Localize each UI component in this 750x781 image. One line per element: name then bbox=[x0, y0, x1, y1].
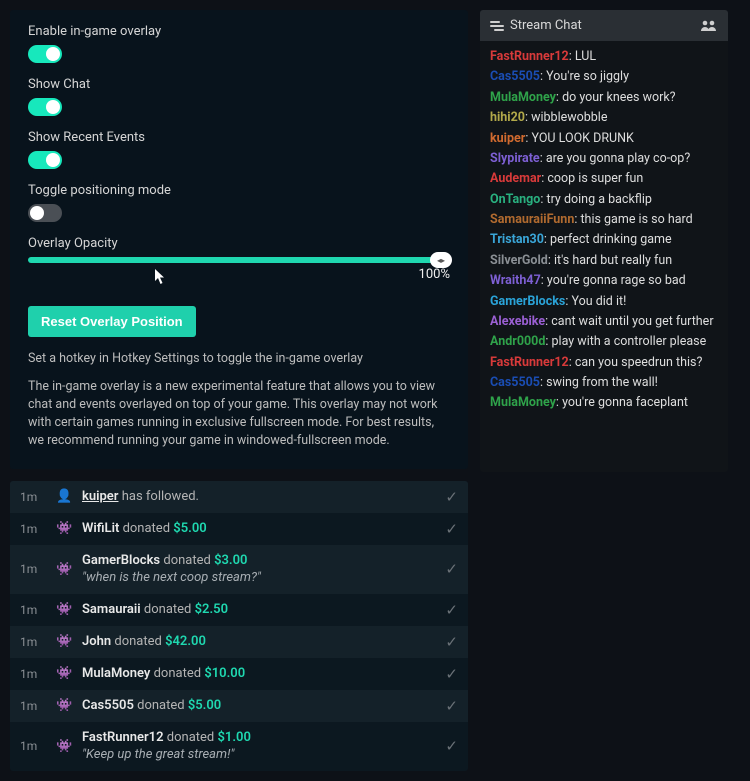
chat-line: Slypirate: are you gonna play co-op? bbox=[490, 149, 718, 168]
event-time: 1m bbox=[20, 522, 46, 536]
stream-chat-panel: Stream Chat FastRunner12: LULCas5505: Yo… bbox=[480, 10, 728, 472]
event-body: kuiper has followed. bbox=[82, 488, 435, 506]
event-row: 1m 👾 Cas5505 donated $5.00 ✓ bbox=[10, 690, 468, 722]
chat-line: Tristan30: perfect drinking game bbox=[490, 230, 718, 249]
event-type-icon: 👤 bbox=[56, 489, 72, 504]
event-body: Cas5505 donated $5.00 bbox=[82, 697, 435, 715]
chat-line: kuiper: YOU LOOK DRUNK bbox=[490, 129, 718, 148]
event-type-icon: 👾 bbox=[56, 634, 72, 649]
chat-line: MulaMoney: do your knees work? bbox=[490, 88, 718, 107]
event-ack-check-icon[interactable]: ✓ bbox=[445, 601, 458, 619]
event-ack-check-icon[interactable]: ✓ bbox=[445, 697, 458, 715]
chat-line: Cas5505: swing from the wall! bbox=[490, 373, 718, 392]
event-time: 1m bbox=[20, 562, 46, 576]
positioning-mode-label: Toggle positioning mode bbox=[28, 183, 450, 198]
event-row: 1m 👾 Samauraii donated $2.50 ✓ bbox=[10, 594, 468, 626]
chat-line: OnTango: try doing a backflip bbox=[490, 190, 718, 209]
event-body: FastRunner12 donated $1.00"Keep up the g… bbox=[82, 729, 435, 764]
viewers-icon[interactable] bbox=[700, 20, 718, 32]
recent-events-list: 1m 👤 kuiper has followed. ✓ 1m 👾 WifiLit donat… bbox=[10, 481, 468, 771]
chat-line: SamauraiiFunn: this game is so hard bbox=[490, 210, 718, 229]
enable-overlay-toggle[interactable] bbox=[28, 45, 62, 63]
event-row: 1m 👾 WifiLit donated $5.00 ✓ bbox=[10, 513, 468, 545]
event-type-icon: 👾 bbox=[56, 666, 72, 681]
overlay-settings-panel: Enable in-game overlay Show Chat Show Re… bbox=[10, 10, 468, 469]
event-body: Samauraii donated $2.50 bbox=[82, 601, 435, 619]
chat-line: Audemar: coop is super fun bbox=[490, 169, 718, 188]
hotkey-help-text: Set a hotkey in Hotkey Settings to toggl… bbox=[28, 351, 450, 366]
event-ack-check-icon[interactable]: ✓ bbox=[445, 665, 458, 683]
chat-title: Stream Chat bbox=[510, 18, 582, 33]
event-type-icon: 👾 bbox=[56, 739, 72, 754]
chat-line: Wraith47: you're gonna rage so bad bbox=[490, 271, 718, 290]
enable-overlay-label: Enable in-game overlay bbox=[28, 24, 450, 39]
show-chat-toggle[interactable] bbox=[28, 98, 62, 116]
event-body: WifiLit donated $5.00 bbox=[82, 520, 435, 538]
event-body: GamerBlocks donated $3.00"when is the ne… bbox=[82, 552, 435, 587]
overlay-description: The in-game overlay is a new experimenta… bbox=[28, 378, 450, 451]
event-row: 1m 👾 FastRunner12 donated $1.00"Keep up th… bbox=[10, 722, 468, 771]
event-body: MulaMoney donated $10.00 bbox=[82, 665, 435, 683]
event-row: 1m 👾 John donated $42.00 ✓ bbox=[10, 626, 468, 658]
chat-line: FastRunner12: can you speedrun this? bbox=[490, 353, 718, 372]
event-time: 1m bbox=[20, 635, 46, 649]
reset-overlay-position-button[interactable]: Reset Overlay Position bbox=[28, 306, 196, 337]
chat-line: Alexebike: cant wait until you get furth… bbox=[490, 312, 718, 331]
event-row: 1m 👾 MulaMoney donated $10.00 ✓ bbox=[10, 658, 468, 690]
chat-line: GamerBlocks: You did it! bbox=[490, 292, 718, 311]
event-ack-check-icon[interactable]: ✓ bbox=[445, 633, 458, 651]
show-events-label: Show Recent Events bbox=[28, 130, 450, 145]
event-type-icon: 👾 bbox=[56, 521, 72, 536]
event-ack-check-icon[interactable]: ✓ bbox=[445, 488, 458, 506]
show-events-toggle[interactable] bbox=[28, 151, 62, 169]
event-ack-check-icon[interactable]: ✓ bbox=[445, 520, 458, 538]
chat-settings-icon[interactable] bbox=[490, 20, 504, 32]
event-ack-check-icon[interactable]: ✓ bbox=[445, 737, 458, 755]
event-time: 1m bbox=[20, 603, 46, 617]
chat-line: SilverGold: it's hard but really fun bbox=[490, 251, 718, 270]
event-time: 1m bbox=[20, 667, 46, 681]
event-ack-check-icon[interactable]: ✓ bbox=[445, 560, 458, 578]
chat-line: MulaMoney: you're gonna faceplant bbox=[490, 393, 718, 412]
event-body: John donated $42.00 bbox=[82, 633, 435, 651]
event-time: 1m bbox=[20, 490, 46, 504]
opacity-label: Overlay Opacity bbox=[28, 236, 450, 251]
chat-line: Andr000d: play with a controller please bbox=[490, 332, 718, 351]
event-time: 1m bbox=[20, 739, 46, 753]
event-time: 1m bbox=[20, 699, 46, 713]
chat-line: Cas5505: You're so jiggly bbox=[490, 67, 718, 86]
event-type-icon: 👾 bbox=[56, 562, 72, 577]
chat-line: FastRunner12: LUL bbox=[490, 47, 718, 66]
positioning-mode-toggle[interactable] bbox=[28, 204, 62, 222]
opacity-slider[interactable]: ◂▸ bbox=[28, 257, 450, 263]
show-chat-label: Show Chat bbox=[28, 77, 450, 92]
event-type-icon: 👾 bbox=[56, 698, 72, 713]
event-row: 1m 👤 kuiper has followed. ✓ bbox=[10, 481, 468, 513]
chat-line: hihi20: wibblewobble bbox=[490, 108, 718, 127]
opacity-slider-thumb[interactable]: ◂▸ bbox=[430, 252, 452, 268]
opacity-value: 100% bbox=[28, 267, 450, 282]
event-row: 1m 👾 GamerBlocks donated $3.00"when is the… bbox=[10, 545, 468, 594]
event-type-icon: 👾 bbox=[56, 602, 72, 617]
